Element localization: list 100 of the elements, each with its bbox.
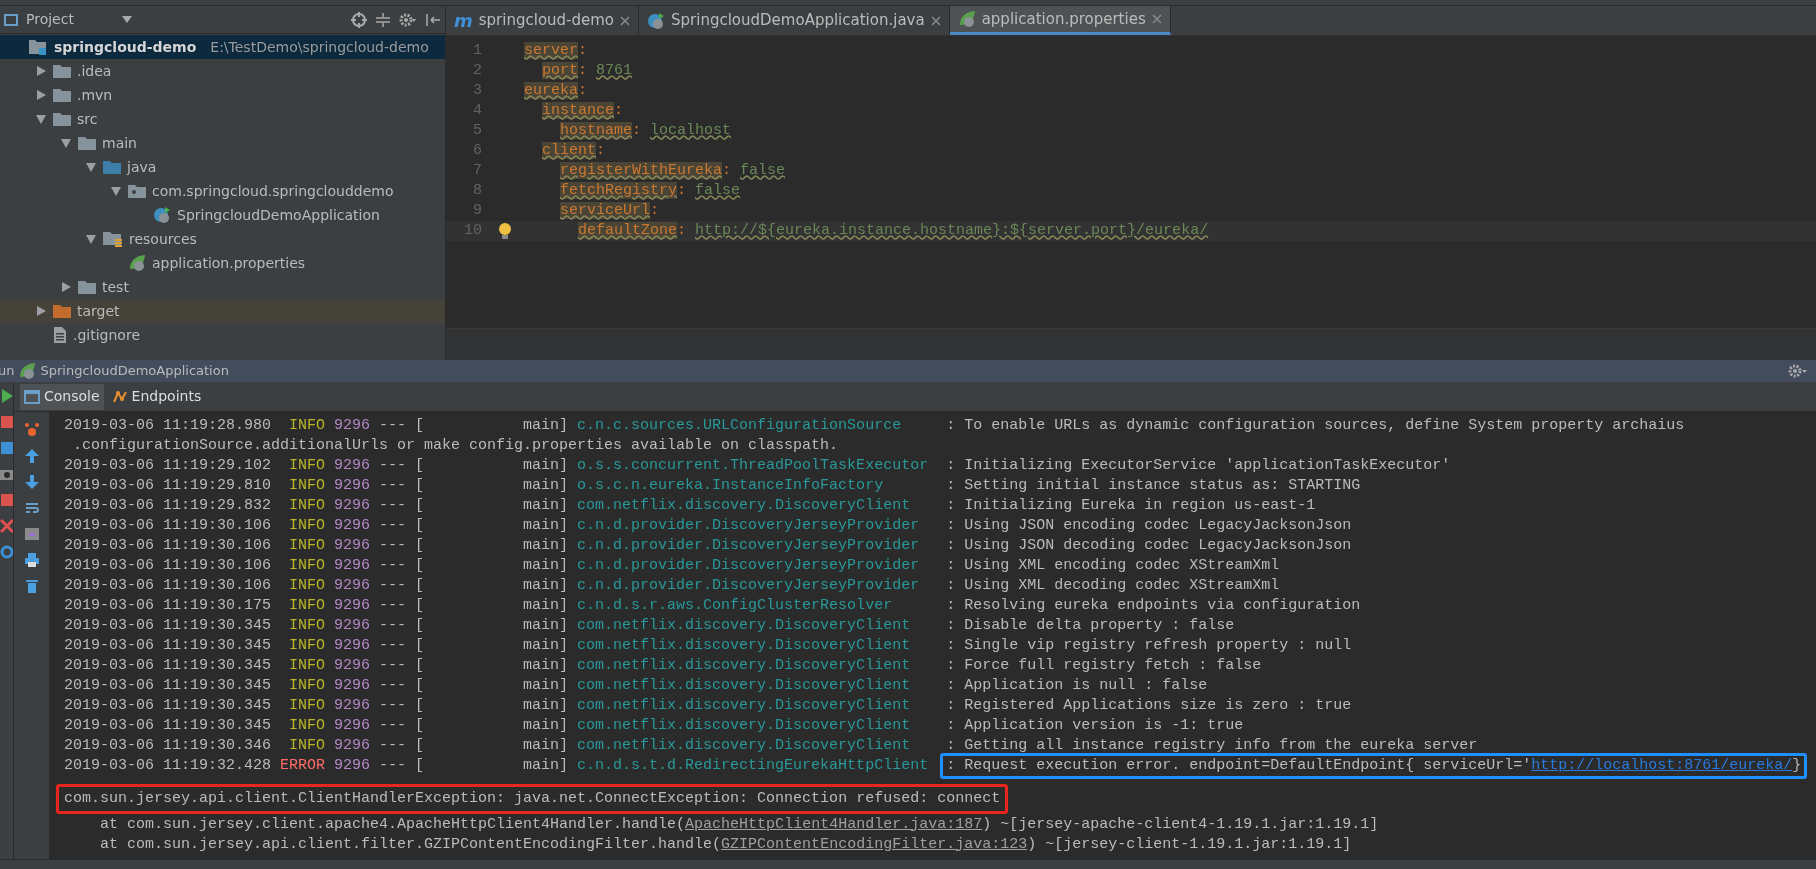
tree-item[interactable]: test [0, 275, 445, 299]
settings-icon[interactable] [399, 11, 417, 28]
logger-name: c.n.d.provider.DiscoveryJerseyProvider [577, 575, 921, 596]
soft-wrap-icon[interactable] [23, 500, 40, 516]
collapsed-arrow-icon[interactable] [35, 89, 47, 101]
console-tab[interactable]: Endpoints [107, 383, 206, 410]
down-arrow-icon[interactable] [23, 474, 40, 490]
tree-item[interactable]: application.properties [0, 251, 445, 275]
log-separator: --- [ [379, 635, 425, 656]
hide-panel-icon[interactable] [425, 11, 441, 28]
tree-item[interactable]: com.springcloud.springclouddemo [0, 179, 445, 203]
panel-title[interactable]: Project [26, 9, 74, 30]
log-level: INFO [288, 455, 326, 476]
console-tab[interactable]: Console [20, 383, 104, 410]
exception-message: com.sun.jersey.api.client.ClientHandlerException: java.net.ConnectException: Connection refused: connect [64, 788, 1001, 809]
collapse-icon[interactable] [375, 11, 391, 28]
log-timestamp: 2019-03-06 11:19:30.106 [64, 515, 273, 536]
tree-item[interactable]: .gitignore [0, 323, 445, 347]
log-timestamp: 2019-03-06 11:19:30.106 [64, 575, 273, 596]
up-arrow-icon[interactable] [23, 448, 40, 464]
log-message: : Using JSON encoding codec LegacyJacksonJson [946, 515, 1352, 536]
run-configuration[interactable]: SpringcloudDemoApplication [40, 361, 229, 381]
log-timestamp: 2019-03-06 11:19:30.106 [64, 535, 273, 556]
yaml-value: 8761 [596, 60, 633, 81]
log-level: INFO [288, 475, 326, 496]
process-id: 9296 [334, 655, 371, 676]
settings-icon[interactable] [1788, 363, 1808, 379]
log-separator: --- [ [379, 575, 425, 596]
module-folder-icon [28, 38, 48, 56]
trash-icon[interactable] [23, 578, 40, 594]
close-icon[interactable] [930, 15, 941, 26]
process-id: 9296 [334, 615, 371, 636]
log-level: INFO [288, 555, 326, 576]
tree-item[interactable]: springcloud-demo E:\TestDemo\springcloud-demo [0, 35, 445, 59]
logger-name: o.s.c.n.eureka.InstanceInfoFactory [577, 475, 885, 496]
collapsed-arrow-icon[interactable] [35, 305, 47, 317]
collapsed-arrow-icon[interactable] [60, 281, 72, 293]
logger-name: c.n.d.s.t.d.RedirectingEurekaHttpClient [577, 755, 930, 776]
expanded-arrow-icon[interactable] [110, 185, 122, 197]
lightbulb-icon[interactable] [498, 222, 512, 240]
tree-item[interactable]: resources [0, 227, 445, 251]
yaml-value: false [740, 160, 786, 181]
collapsed-arrow-icon[interactable] [35, 65, 47, 77]
log-level: INFO [288, 735, 326, 756]
debug-icon[interactable] [23, 422, 40, 438]
stop-icon[interactable] [0, 414, 13, 430]
editor-tab[interactable]: m springcloud-demo [446, 6, 640, 35]
colon: : [596, 141, 606, 159]
thread-name: main] [522, 475, 569, 496]
project-icon [4, 12, 18, 27]
log-separator: --- [ [379, 655, 425, 676]
dropdown-caret-icon[interactable] [121, 15, 132, 24]
yaml-value: localhost [650, 120, 732, 141]
colon: : [677, 181, 687, 199]
tree-item[interactable]: .idea [0, 59, 445, 83]
log-level: INFO [288, 635, 326, 656]
log-level: INFO [288, 495, 326, 516]
process-id: 9296 [334, 415, 371, 436]
tree-item[interactable]: target [0, 299, 445, 323]
expanded-arrow-icon[interactable] [35, 113, 47, 125]
tree-item[interactable]: SpringcloudDemoApplication [0, 203, 445, 227]
close-icon[interactable] [620, 15, 631, 26]
folder-icon [53, 88, 71, 102]
tree-item[interactable]: src [0, 107, 445, 131]
close-icon[interactable] [1151, 14, 1162, 24]
thread-name: main] [522, 595, 569, 616]
url-link[interactable]: http://localhost:8761/eureka/ [1531, 754, 1793, 778]
tree-item[interactable]: main [0, 131, 445, 155]
expanded-arrow-icon[interactable] [85, 161, 97, 173]
jar-info: ) ~[jersey-client-1.19.1.jar:1.19.1] [1027, 834, 1352, 855]
crosshair-icon[interactable] [351, 11, 367, 28]
process-id: 9296 [334, 575, 371, 596]
log-message: : Disable delta property : false [946, 615, 1235, 636]
thread-name: main] [522, 735, 569, 756]
log-timestamp: 2019-03-06 11:19:32.428 [64, 755, 273, 776]
line-number: 1 [472, 40, 483, 61]
process-id: 9296 [334, 495, 371, 516]
expanded-arrow-icon[interactable] [60, 137, 72, 149]
expanded-arrow-icon[interactable] [85, 233, 97, 245]
log-timestamp: 2019-03-06 11:19:30.346 [64, 735, 273, 756]
log-timestamp: 2019-03-06 11:19:30.345 [64, 615, 273, 636]
log-timestamp: 2019-03-06 11:19:29.832 [64, 495, 273, 516]
colon: : [578, 61, 588, 79]
thread-name: main] [522, 575, 569, 596]
close-icon[interactable] [0, 518, 13, 534]
print-icon[interactable] [23, 552, 40, 568]
line-number: 4 [472, 100, 483, 121]
logger-name: c.n.d.provider.DiscoveryJerseyProvider [577, 555, 921, 576]
yaml-key: port [542, 61, 578, 79]
tree-item[interactable]: .mvn [0, 83, 445, 107]
editor-tab[interactable]: SpringcloudDemoApplication.java [639, 6, 950, 35]
folder-icon [53, 304, 71, 318]
tree-item[interactable]: java [0, 155, 445, 179]
yaml-key: server [524, 41, 578, 59]
process-id: 9296 [334, 515, 371, 536]
editor-tab[interactable]: application.properties [949, 6, 1171, 35]
process-id: 9296 [334, 755, 371, 776]
process-id: 9296 [334, 475, 371, 496]
logger-name: com.netflix.discovery.DiscoveryClient [577, 675, 912, 696]
process-id: 9296 [334, 455, 371, 476]
